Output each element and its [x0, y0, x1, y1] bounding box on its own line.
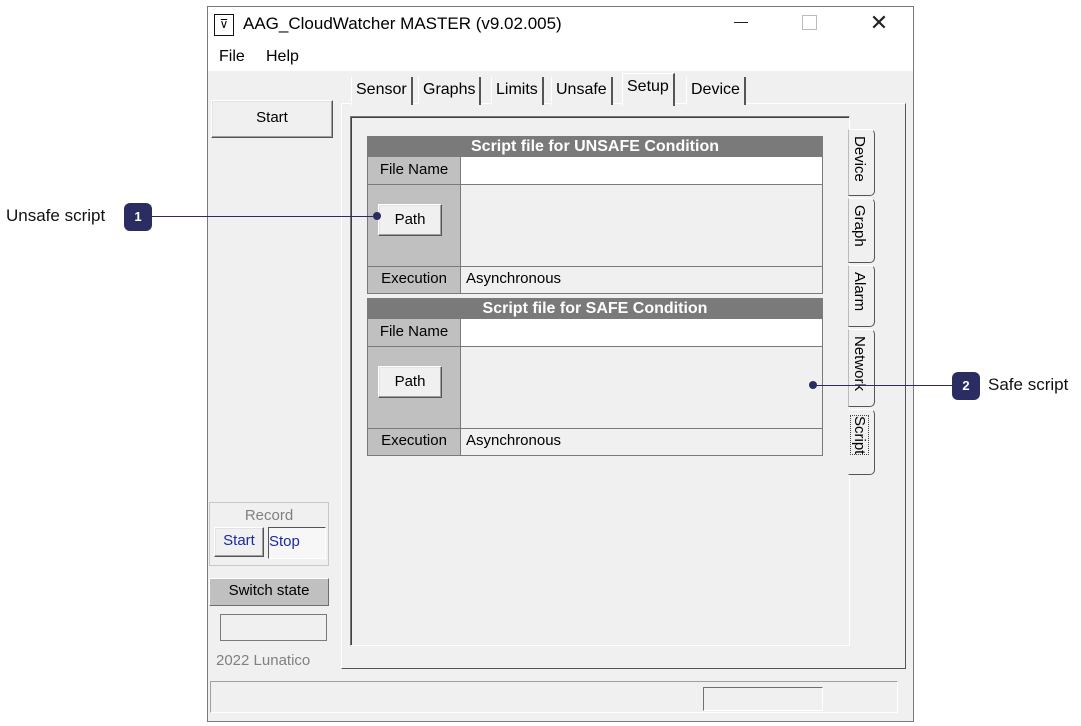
- callout-2-line: [814, 385, 953, 386]
- tab-setup[interactable]: Setup: [622, 73, 675, 106]
- unsafe-script-header: Script file for UNSAFE Condition: [368, 137, 822, 157]
- unsafe-file-name-field[interactable]: [461, 157, 822, 185]
- safe-script-header: Script file for SAFE Condition: [368, 299, 822, 319]
- safe-path-button[interactable]: Path: [378, 366, 442, 398]
- switch-state-indicator: [220, 614, 327, 641]
- safe-path-cell: Path: [368, 347, 461, 429]
- tab-device[interactable]: Device: [686, 77, 746, 105]
- callout-unsafe-script-label: Unsafe script: [6, 206, 106, 225]
- unsafe-file-name-label: File Name: [368, 157, 461, 185]
- unsafe-path-button[interactable]: Path: [378, 204, 442, 236]
- menu-file[interactable]: File: [219, 48, 245, 66]
- safe-script-table: Script file for SAFE Condition File Name…: [367, 298, 823, 456]
- safe-file-name-label: File Name: [368, 319, 461, 347]
- maximize-icon: [801, 14, 817, 30]
- side-tab-device[interactable]: Device: [848, 129, 875, 196]
- menu-help[interactable]: Help: [266, 48, 299, 66]
- copyright-text: 2022 Lunatico: [216, 652, 311, 669]
- safe-file-name-field[interactable]: [461, 319, 822, 347]
- status-bar-panel: [703, 687, 823, 711]
- side-tab-network[interactable]: Network: [848, 329, 875, 407]
- unsafe-path-cell: Path: [368, 185, 461, 267]
- record-stop-button[interactable]: Stop: [268, 527, 326, 559]
- safe-execution-label: Execution: [368, 429, 461, 455]
- app-logo-icon: ⊽: [214, 14, 234, 36]
- callout-1-badge: 1: [124, 203, 152, 231]
- side-tab-alarm[interactable]: Alarm: [848, 265, 875, 327]
- maximize-button[interactable]: [786, 7, 832, 43]
- title-bar[interactable]: ⊽ AAG_CloudWatcher MASTER (v9.02.005) ✕: [208, 7, 913, 43]
- side-tab-script[interactable]: Script: [848, 409, 875, 475]
- record-start-button[interactable]: Start: [214, 527, 264, 557]
- minimize-icon: [734, 21, 748, 23]
- status-bar: [210, 681, 898, 713]
- record-label: Record: [244, 507, 294, 524]
- app-window: ⊽ AAG_CloudWatcher MASTER (v9.02.005) ✕ …: [207, 6, 914, 722]
- unsafe-script-table: Script file for UNSAFE Condition File Na…: [367, 136, 823, 294]
- tab-sensor[interactable]: Sensor: [351, 77, 413, 105]
- switch-state-label: Switch state: [209, 578, 329, 606]
- unsafe-path-area: [461, 185, 822, 267]
- close-button[interactable]: ✕: [856, 7, 902, 43]
- safe-execution-value: Asynchronous: [461, 429, 822, 455]
- minimize-button[interactable]: [718, 7, 764, 43]
- callout-1-dot: [373, 212, 381, 220]
- tab-unsafe[interactable]: Unsafe: [551, 77, 613, 105]
- callout-safe-script-label: Safe script: [988, 375, 1069, 394]
- tab-graphs[interactable]: Graphs: [418, 77, 482, 105]
- close-icon: ✕: [869, 11, 889, 36]
- unsafe-execution-label: Execution: [368, 267, 461, 293]
- side-tab-graph[interactable]: Graph: [848, 198, 875, 263]
- callout-2-badge: 2: [952, 372, 980, 400]
- unsafe-execution-value: Asynchronous: [461, 267, 822, 293]
- start-button[interactable]: Start: [211, 100, 333, 138]
- record-group: Record Start Stop: [209, 502, 329, 566]
- safe-path-area: [461, 347, 822, 429]
- callout-1-line: [152, 216, 378, 217]
- menu-bar: File Help: [208, 43, 913, 71]
- window-title: AAG_CloudWatcher MASTER (v9.02.005): [243, 14, 562, 33]
- tab-limits[interactable]: Limits: [491, 77, 544, 105]
